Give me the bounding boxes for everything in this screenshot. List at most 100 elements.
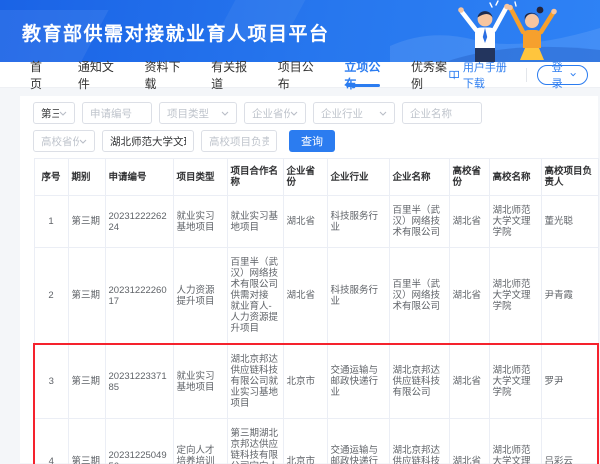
- cell: 4: [34, 419, 68, 464]
- enterprise-province-select-text: 企业省份: [252, 106, 290, 121]
- chevron-down-icon: [379, 111, 387, 116]
- nav-divider: [526, 68, 527, 82]
- column-header: 高校项目负责人: [541, 159, 598, 196]
- cell: 1: [34, 196, 68, 248]
- cell: 湖北省: [449, 419, 489, 464]
- cell: 湖北省: [449, 196, 489, 248]
- cell: 湖北省: [449, 248, 489, 345]
- filter-row-2: 高校省份 湖北师范大学文理学院 高校项目负责人 查询: [33, 130, 598, 152]
- cell: 董光聪: [541, 196, 598, 248]
- cell: 湖北师范大学文理学院: [489, 196, 541, 248]
- cell: 百里半（武汉）网络技术有限公司: [389, 196, 449, 248]
- nav-item-approval-announcement[interactable]: 立项公布: [344, 62, 382, 87]
- table-row: 2第三期2023122226017人力资源提升项目百里半（武汉）网络技术有限公司…: [34, 248, 598, 345]
- cell: 就业实习基地项目: [173, 196, 227, 248]
- manual-download-link[interactable]: 用户手册下载: [449, 59, 516, 91]
- banner-illustration-people: [390, 0, 600, 62]
- cell: 交通运输与邮政快递行业: [327, 419, 389, 464]
- cell: 湖北京邦达供应链科技有限公司: [389, 344, 449, 419]
- nav-item-reports[interactable]: 有关报道: [211, 62, 249, 87]
- column-header: 申请编号: [105, 159, 173, 196]
- column-header: 高校名称: [489, 159, 541, 196]
- cell: 湖北师范大学文理学院: [489, 419, 541, 464]
- table-body: 1第三期2023122226224就业实习基地项目就业实习基地项目湖北省科技服务…: [34, 196, 598, 464]
- column-header: 项目合作名称: [227, 159, 283, 196]
- cell: 第三期: [68, 419, 105, 464]
- phase-select[interactable]: 第三期: [33, 102, 75, 124]
- chevron-down-icon: [79, 139, 87, 144]
- nav-item-excellent-cases[interactable]: 优秀案例: [411, 62, 449, 87]
- application-no-input-text: 申请编号: [90, 106, 132, 121]
- cell: 湖北京邦达供应链科技有限公司就业实习基地项目: [227, 344, 283, 419]
- project-type-select-text: 项目类型: [167, 106, 209, 121]
- cell: 湖北省: [449, 344, 489, 419]
- cell: 2: [34, 248, 68, 345]
- cell: 科技服务行业: [327, 196, 389, 248]
- cell: 第三期: [68, 344, 105, 419]
- login-label: 登录: [549, 59, 566, 91]
- cell: 北京市: [283, 419, 327, 464]
- app-banner: 教育部供需对接就业育人项目平台: [0, 0, 600, 62]
- chevron-down-icon: [290, 111, 298, 116]
- university-province-select-text: 高校省份: [41, 134, 79, 149]
- table-head: 序号期别申请编号项目类型项目合作名称企业省份企业行业企业名称高校省份高校名称高校…: [34, 159, 598, 196]
- cell: 百里半（武汉）网络技术有限公司: [389, 248, 449, 345]
- enterprise-name-input[interactable]: 企业名称: [402, 102, 482, 124]
- cell: 就业实习基地项目: [227, 196, 283, 248]
- project-type-select[interactable]: 项目类型: [159, 102, 237, 124]
- enterprise-name-input-text: 企业名称: [410, 106, 452, 121]
- results-table: 序号期别申请编号项目类型项目合作名称企业省份企业行业企业名称高校省份高校名称高校…: [33, 158, 599, 464]
- column-header: 企业行业: [327, 159, 389, 196]
- book-icon: [449, 69, 459, 80]
- main-nav: 首页 通知文件 资料下载 有关报道 项目公布 立项公布 优秀案例 用户手册下载 登录: [0, 62, 600, 88]
- search-button[interactable]: 查询: [289, 130, 335, 152]
- column-header: 序号: [34, 159, 68, 196]
- app-title: 教育部供需对接就业育人项目平台: [22, 19, 330, 46]
- table-row: 4第三期2023122504956定向人才培养培训项目第三期湖北京邦达供应链科技…: [34, 419, 598, 464]
- column-header: 企业名称: [389, 159, 449, 196]
- cell: 就业实习基地项目: [173, 344, 227, 419]
- university-province-select[interactable]: 高校省份: [33, 130, 95, 152]
- cell: 北京市: [283, 344, 327, 419]
- enterprise-province-select[interactable]: 企业省份: [244, 102, 306, 124]
- university-leader-input-text: 高校项目负责人: [209, 134, 269, 149]
- chevron-down-icon: [570, 72, 576, 77]
- nav-item-project-announcement[interactable]: 项目公布: [278, 62, 316, 87]
- cell: 百里半（武汉）网络技术有限公司供需对接 就业育人-人力资源提升项目: [227, 248, 283, 345]
- cell: 人力资源提升项目: [173, 248, 227, 345]
- cell: 第三期: [68, 248, 105, 345]
- application-no-input[interactable]: 申请编号: [82, 102, 152, 124]
- column-header: 项目类型: [173, 159, 227, 196]
- content-area: 第三期申请编号项目类型企业省份企业行业企业名称 高校省份湖北师范大学文理学院高校…: [0, 88, 600, 463]
- manual-download-label: 用户手册下载: [463, 59, 516, 91]
- enterprise-industry-select-text: 企业行业: [321, 106, 363, 121]
- university-name-input-text: 湖北师范大学文理学院: [110, 134, 186, 149]
- cell: 2023122226017: [105, 248, 173, 345]
- cell: 湖北省: [283, 196, 327, 248]
- table-row: 1第三期2023122226224就业实习基地项目就业实习基地项目湖北省科技服务…: [34, 196, 598, 248]
- cell: 第三期湖北京邦达供应链科技有限公司定向人才培养培训项目: [227, 419, 283, 464]
- filter-row-1: 第三期申请编号 项目类型 企业省份 企业行业 企业名称: [33, 102, 598, 124]
- login-button[interactable]: 登录: [537, 65, 589, 85]
- cell: 3: [34, 344, 68, 419]
- nav-item-home[interactable]: 首页: [30, 62, 49, 87]
- cell: 湖北省: [283, 248, 327, 345]
- nav-items: 首页 通知文件 资料下载 有关报道 项目公布 立项公布 优秀案例: [30, 62, 449, 87]
- cell: 尹青霞: [541, 248, 598, 345]
- column-header: 高校省份: [449, 159, 489, 196]
- cell: 湖北师范大学文理学院: [489, 344, 541, 419]
- nav-item-downloads[interactable]: 资料下载: [144, 62, 182, 87]
- cell: 湖北京邦达供应链科技有限公司: [389, 419, 449, 464]
- nav-right: 用户手册下载 登录: [449, 59, 588, 91]
- cell: 2023122226224: [105, 196, 173, 248]
- cell: 吕彩云: [541, 419, 598, 464]
- university-name-input[interactable]: 湖北师范大学文理学院: [102, 130, 194, 152]
- header-row: 序号期别申请编号项目类型项目合作名称企业省份企业行业企业名称高校省份高校名称高校…: [34, 159, 598, 196]
- nav-item-notice-files[interactable]: 通知文件: [78, 62, 116, 87]
- enterprise-industry-select[interactable]: 企业行业: [313, 102, 395, 124]
- cell: 第三期: [68, 196, 105, 248]
- cell: 2023122337185: [105, 344, 173, 419]
- university-leader-input[interactable]: 高校项目负责人: [201, 130, 277, 152]
- cell: 科技服务行业: [327, 248, 389, 345]
- cell: 定向人才培养培训项目: [173, 419, 227, 464]
